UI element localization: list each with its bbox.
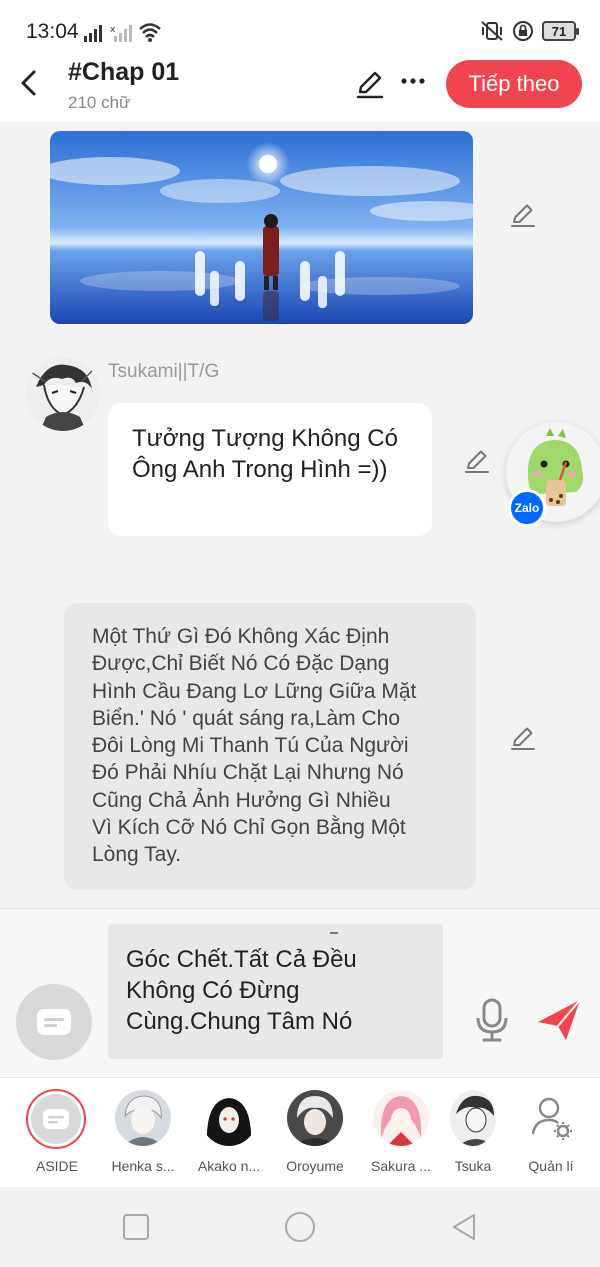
zalo-badge-icon[interactable]: Zalo: [508, 489, 546, 527]
pencil-icon: [511, 727, 535, 750]
svg-text:x: x: [110, 25, 116, 35]
character-label: Quản lí: [528, 1158, 574, 1174]
microphone-icon: [476, 998, 508, 1042]
zalo-label: Zalo: [514, 501, 540, 515]
status-time: 13:04: [26, 20, 79, 43]
narration-line: Đó Phải Nhíu Chặt Lại Nhưng Nó: [92, 761, 404, 785]
vibrate-mute-icon: [481, 21, 503, 41]
character-akako[interactable]: Akako n...: [186, 1090, 272, 1186]
pencil-icon: [356, 71, 384, 99]
system-icons: 71: [480, 20, 579, 42]
speech-bubble[interactable]: Tưởng Tượng Không Có Ông Anh Trong Hình …: [108, 403, 432, 536]
character-sakura[interactable]: Sakura ...: [358, 1090, 444, 1186]
wifi-icon: [139, 23, 161, 42]
text-cursor: [330, 932, 338, 934]
character-avatar: [287, 1090, 343, 1146]
speaker-avatar[interactable]: [26, 357, 100, 431]
battery-level: 71: [551, 23, 567, 39]
character-label: ASIDE: [35, 1158, 78, 1174]
pencil-icon: [511, 204, 535, 227]
chapter-header: #Chap 01 210 chữ Tiếp theo: [0, 52, 600, 122]
home-button[interactable]: [284, 1211, 316, 1243]
edit-narration-button[interactable]: [508, 723, 538, 753]
triangle-back-icon: [453, 1214, 475, 1240]
next-button[interactable]: Tiếp theo: [446, 60, 582, 108]
character-label: Oroyume: [286, 1158, 344, 1174]
rotation-lock-icon: [513, 21, 533, 41]
character-label: Henka s...: [111, 1158, 175, 1174]
back-button[interactable]: [14, 66, 42, 100]
more-horizontal-icon: [401, 78, 425, 84]
battery-icon: 71: [542, 21, 579, 41]
chevron-left-icon: [21, 70, 36, 96]
narration-line: Một Thứ Gì Đó Không Xác Định: [92, 625, 390, 648]
character-tsukami-portrait: [450, 1090, 496, 1146]
character-avatar: [115, 1090, 171, 1146]
manage-icon-wrap: [523, 1090, 579, 1146]
speaker-name: Tsukami||T/G: [108, 361, 220, 382]
compose-line: Góc Chết.Tất Cả Đều: [126, 946, 357, 973]
compose-line: Cùng.Chung Tâm Nó: [126, 1008, 353, 1035]
character-avatar: [450, 1090, 496, 1146]
signal-off-icon: x: [110, 25, 132, 42]
network-icons: x: [84, 22, 162, 42]
narration-line: Biển.' Nó ' quát sáng ra,Làm Cho: [92, 706, 401, 730]
voice-input-button[interactable]: [474, 998, 510, 1042]
narration-line: Cũng Chả Ảnh Hưởng Gì Nhiều: [92, 788, 391, 812]
chapter-title: #Chap 01: [68, 58, 180, 86]
circle-icon: [285, 1212, 315, 1242]
more-options-button[interactable]: [398, 66, 428, 96]
narration-line: Đôi Lòng Mi Thanh Tú Của Người: [92, 734, 409, 758]
character-henka[interactable]: Henka s...: [100, 1090, 186, 1186]
character-akako-portrait: [201, 1090, 257, 1146]
message-box-icon: [43, 1109, 69, 1129]
compose-line: Không Có Đừng: [126, 977, 300, 1004]
narration-line: Được,Chỉ Biết Nó Có Đặc Dạng: [92, 652, 390, 676]
character-label: Tsuka: [454, 1158, 492, 1174]
aside-mode-toggle[interactable]: [16, 984, 92, 1060]
back-nav-button[interactable]: [448, 1211, 480, 1243]
narration-bubble[interactable]: Một Thứ Gì Đó Không Xác Định Được,Chỉ Bi…: [64, 603, 476, 890]
word-count: 210 chữ: [68, 93, 131, 112]
character-tsukami[interactable]: Tsuka: [440, 1090, 506, 1186]
recent-apps-button[interactable]: [120, 1211, 152, 1243]
pencil-icon: [465, 450, 489, 473]
edit-message-button[interactable]: [462, 446, 492, 476]
message-box-icon: [37, 1009, 71, 1035]
character-oroyume-portrait: [287, 1090, 343, 1146]
manga-character-avatar: [26, 357, 100, 431]
character-label: Sakura ...: [371, 1158, 431, 1174]
narration-line: Vì Kích Cỡ Nó Chỉ Gọn Bằng Một: [92, 816, 406, 840]
character-sakura-portrait: [373, 1090, 429, 1146]
aside-avatar: [31, 1094, 81, 1144]
story-image[interactable]: [50, 131, 473, 324]
aside-character-selected[interactable]: [26, 1089, 86, 1149]
compose-input[interactable]: Góc Chết.Tất Cả Đều Không Có Đừng Cùng.C…: [108, 924, 443, 1059]
character-avatar: [373, 1090, 429, 1146]
character-avatar: [201, 1090, 257, 1146]
send-button[interactable]: [536, 998, 582, 1042]
edit-image-button[interactable]: [508, 200, 538, 230]
manage-characters[interactable]: Quản lí: [508, 1090, 594, 1186]
square-icon: [123, 1214, 149, 1240]
system-nav-bar: [0, 1187, 600, 1267]
character-bar: ASIDE Henka s... Akako n... Oroyume Saku…: [0, 1077, 600, 1187]
edit-title-button[interactable]: [354, 68, 386, 100]
character-henka-portrait: [115, 1090, 171, 1146]
ocean-sky-illustration: [50, 131, 473, 324]
signal-icon: [84, 25, 102, 42]
narration-line: Lòng Tay.: [92, 843, 182, 867]
send-icon: [538, 999, 581, 1040]
character-label: Akako n...: [197, 1158, 261, 1174]
character-oroyume[interactable]: Oroyume: [272, 1090, 358, 1186]
narration-line: Hình Cầu Đang Lơ Lững Giữa Mặt: [92, 679, 417, 703]
user-settings-icon: [531, 1097, 572, 1140]
